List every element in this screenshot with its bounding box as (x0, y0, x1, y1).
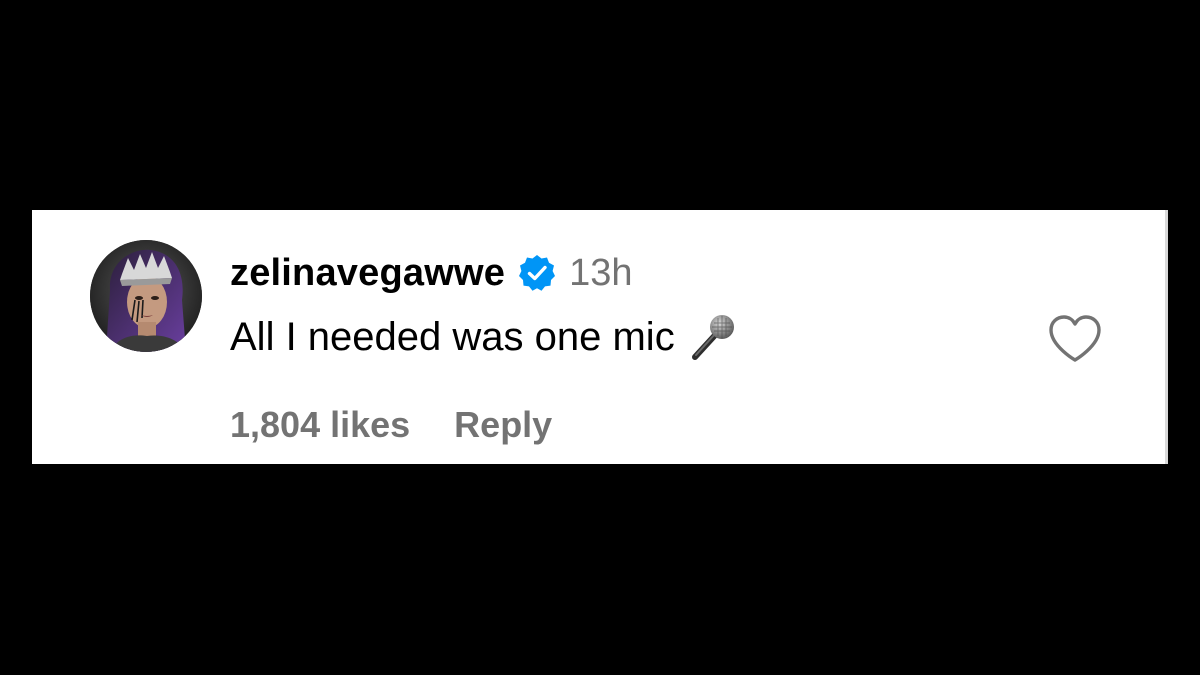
likes-count[interactable]: 1,804 likes (230, 404, 410, 446)
comment-header: zelinavegawwe 13h (230, 248, 632, 298)
comment-body: All I needed was one mic (230, 310, 739, 364)
timestamp: 13h (569, 251, 633, 294)
heart-outline-icon[interactable] (1046, 312, 1104, 366)
microphone-icon (687, 311, 739, 363)
username[interactable]: zelinavegawwe (230, 252, 505, 295)
comment-text: All I needed was one mic (230, 314, 675, 359)
avatar[interactable] (90, 240, 202, 352)
verified-badge-icon (517, 253, 557, 293)
reply-button[interactable]: Reply (454, 404, 552, 446)
comment-actions: 1,804 likes Reply (230, 402, 552, 448)
comment-card: zelinavegawwe 13h All I needed was one m… (32, 210, 1168, 464)
avatar-image (90, 240, 202, 352)
